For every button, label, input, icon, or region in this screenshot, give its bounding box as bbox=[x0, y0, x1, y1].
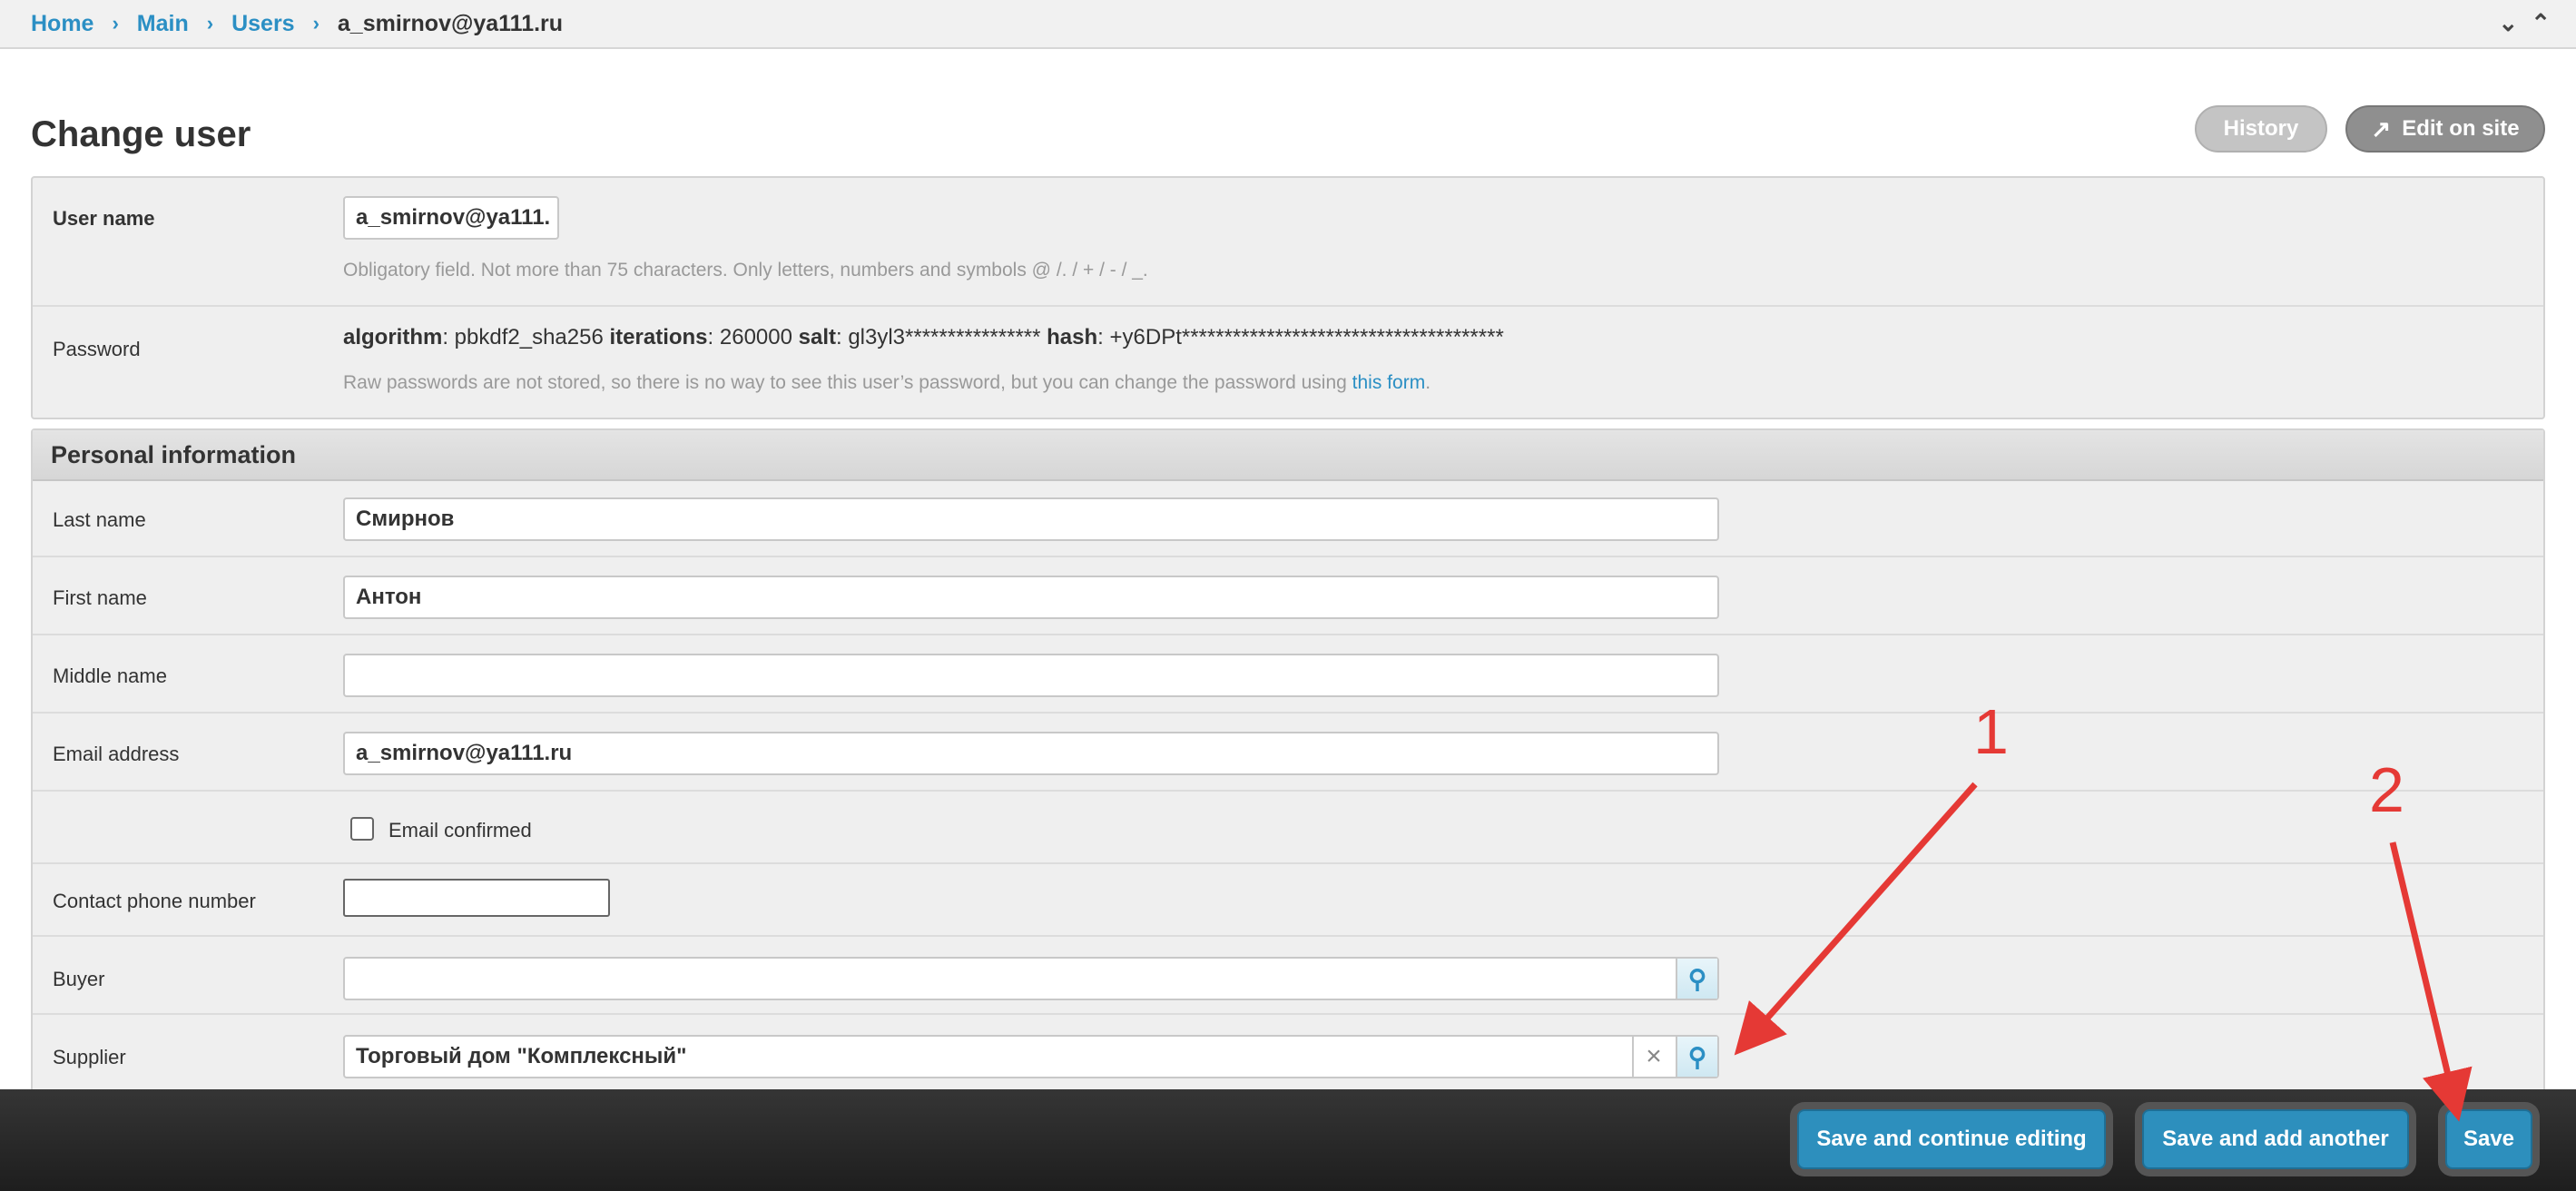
breadcrumb-users-link[interactable]: Users bbox=[231, 11, 295, 37]
username-help: Obligatory field. Not more than 75 chara… bbox=[343, 260, 1148, 281]
save-label: Save bbox=[2463, 1127, 2515, 1151]
password-hash-summary: algorithm: pbkdf2_sha256 iterations: 260… bbox=[343, 325, 1504, 350]
row-divider bbox=[33, 634, 2543, 635]
password-help-suffix: . bbox=[1425, 372, 1431, 393]
breadcrumb: Home › Main › Users › a_smirnov@ya111.ru… bbox=[0, 0, 2576, 49]
last-name-label: Last name bbox=[53, 508, 146, 531]
algorithm-key: algorithm bbox=[343, 325, 443, 349]
edit-on-site-label: Edit on site bbox=[2402, 116, 2520, 141]
annotation-marker-1: 1 bbox=[1973, 696, 2009, 767]
breadcrumb-home-link[interactable]: Home bbox=[31, 11, 93, 37]
section-header: Personal information bbox=[33, 430, 2543, 481]
supplier-value: Торговый дом "Комплексный" bbox=[356, 1044, 687, 1068]
iterations-key: iterations bbox=[609, 325, 708, 349]
algorithm-value: : pbkdf2_sha256 bbox=[442, 325, 610, 349]
password-label: Password bbox=[53, 338, 141, 360]
save-and-continue-label: Save and continue editing bbox=[1816, 1127, 2087, 1151]
change-password-link[interactable]: this form bbox=[1352, 372, 1426, 393]
account-fieldset: User name a_smirnov@ya111. Obligatory fi… bbox=[31, 176, 2545, 419]
buyer-input[interactable] bbox=[343, 957, 1719, 1000]
username-label: User name bbox=[53, 207, 155, 230]
history-button[interactable]: History bbox=[2195, 105, 2327, 153]
phone-label: Contact phone number bbox=[53, 890, 256, 912]
email-label: Email address bbox=[53, 743, 180, 765]
save-and-add-another-label: Save and add another bbox=[2162, 1127, 2389, 1151]
salt-key: salt bbox=[798, 325, 836, 349]
row-divider bbox=[33, 556, 2543, 557]
last-name-input[interactable]: Смирнов bbox=[343, 497, 1719, 541]
history-button-label: History bbox=[2223, 116, 2299, 141]
salt-value: : gl3yl3**************** bbox=[835, 325, 1047, 349]
buyer-label: Buyer bbox=[53, 968, 105, 990]
personal-info-fieldset: Personal information Last name Смирнов F… bbox=[31, 428, 2545, 1191]
row-divider bbox=[33, 305, 2543, 307]
breadcrumb-main-link[interactable]: Main bbox=[137, 11, 189, 37]
middle-name-input[interactable] bbox=[343, 654, 1719, 697]
magnifier-icon: ⚲ bbox=[1687, 964, 1707, 993]
close-icon: × bbox=[1646, 1041, 1662, 1071]
save-button[interactable]: Save bbox=[2445, 1109, 2532, 1169]
supplier-clear-button[interactable]: × bbox=[1632, 1037, 1674, 1077]
chevron-right-icon: › bbox=[112, 12, 119, 34]
edit-on-site-button[interactable]: ↗ Edit on site bbox=[2345, 105, 2545, 153]
row-divider bbox=[33, 1013, 2543, 1015]
save-and-continue-button[interactable]: Save and continue editing bbox=[1797, 1109, 2106, 1169]
chevron-right-icon: › bbox=[312, 12, 320, 34]
chevron-right-icon: › bbox=[206, 12, 214, 34]
email-input[interactable]: a_smirnov@ya111.ru bbox=[343, 732, 1719, 775]
supplier-lookup-button[interactable]: ⚲ bbox=[1676, 1037, 1717, 1077]
hash-value: : +y6DPt********************************… bbox=[1097, 325, 1504, 349]
hash-key: hash bbox=[1047, 325, 1098, 349]
save-and-add-another-button[interactable]: Save and add another bbox=[2142, 1109, 2409, 1169]
row-divider bbox=[33, 862, 2543, 864]
breadcrumb-current: a_smirnov@ya111.ru bbox=[337, 10, 564, 36]
page-title: Change user bbox=[31, 114, 251, 154]
annotation-marker-2: 2 bbox=[2369, 754, 2404, 825]
iterations-value: : 260000 bbox=[707, 325, 799, 349]
magnifier-icon: ⚲ bbox=[1687, 1042, 1707, 1071]
collapse-controls: ⌄ ⌃ bbox=[2498, 9, 2551, 36]
arrow-up-right-icon: ↗ bbox=[2371, 114, 2392, 143]
middle-name-label: Middle name bbox=[53, 664, 167, 687]
email-confirmed-checkbox[interactable] bbox=[350, 817, 374, 841]
row-divider bbox=[33, 712, 2543, 714]
row-divider bbox=[33, 935, 2543, 937]
first-name-label: First name bbox=[53, 586, 147, 609]
double-chevron-up-icon[interactable]: ⌃ bbox=[2531, 9, 2551, 36]
first-name-input[interactable]: Антон bbox=[343, 576, 1719, 619]
username-input[interactable]: a_smirnov@ya111. bbox=[343, 196, 559, 240]
row-divider bbox=[33, 790, 2543, 792]
supplier-label: Supplier bbox=[53, 1046, 126, 1068]
email-confirmed-label: Email confirmed bbox=[388, 819, 532, 842]
password-help: Raw passwords are not stored, so there i… bbox=[343, 372, 1431, 394]
supplier-input[interactable]: Торговый дом "Комплексный" bbox=[343, 1035, 1719, 1078]
double-chevron-down-icon[interactable]: ⌄ bbox=[2498, 9, 2518, 36]
password-help-text: Raw passwords are not stored, so there i… bbox=[343, 372, 1352, 393]
phone-input[interactable] bbox=[343, 879, 610, 917]
buyer-lookup-button[interactable]: ⚲ bbox=[1676, 959, 1717, 999]
